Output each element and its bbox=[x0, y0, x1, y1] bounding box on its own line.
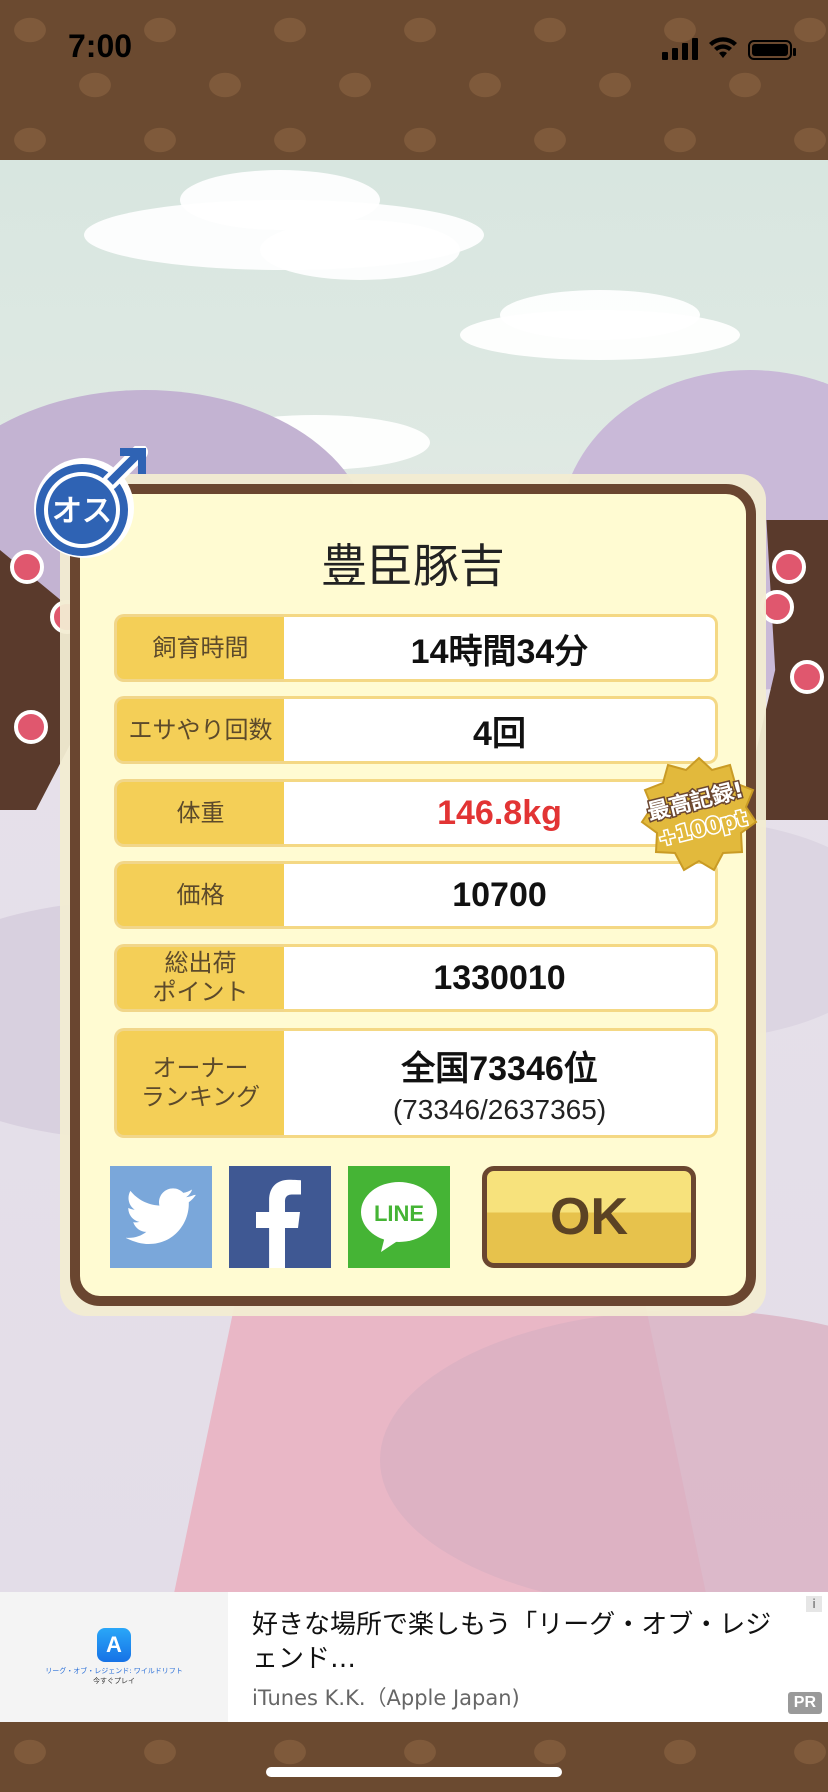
stat-label: エサやり回数 bbox=[114, 696, 284, 764]
stat-value: 14時間34分 bbox=[284, 614, 718, 682]
ad-title[interactable]: 好きな場所で楽しもう「リーグ・オブ・レジェンド… bbox=[252, 1608, 792, 1676]
ad-advertiser: iTunes K.K.（Apple Japan) bbox=[252, 1686, 520, 1710]
ad-info-icon[interactable]: i bbox=[806, 1596, 822, 1612]
stat-label: 総出荷 ポイント bbox=[114, 944, 284, 1012]
twitter-share-button[interactable] bbox=[110, 1166, 212, 1268]
twitter-icon bbox=[126, 1188, 196, 1244]
facebook-share-button[interactable] bbox=[229, 1166, 331, 1268]
status-icons bbox=[662, 36, 796, 60]
home-indicator[interactable] bbox=[266, 1767, 562, 1777]
top-pattern-bar bbox=[0, 0, 828, 160]
cellular-signal-icon bbox=[662, 36, 698, 60]
stat-row-total-points: 総出荷 ポイント 1330010 bbox=[114, 944, 718, 1012]
status-time: 7:00 bbox=[68, 28, 133, 64]
stat-row-price: 価格 10700 bbox=[114, 861, 718, 929]
app-store-icon: A bbox=[97, 1628, 131, 1662]
gender-badge-text: オス bbox=[52, 494, 112, 529]
wifi-icon bbox=[709, 37, 737, 58]
stat-value: 4回 bbox=[284, 696, 718, 764]
ok-button[interactable]: OK bbox=[482, 1166, 696, 1268]
stat-row-ranking: オーナー ランキング 全国73346位 (73346/2637365) bbox=[114, 1028, 718, 1138]
ranking-value: 全国73346位 (73346/2637365) bbox=[284, 1028, 718, 1138]
line-label: LINE bbox=[374, 1201, 424, 1226]
bottom-pattern-bar bbox=[0, 1722, 828, 1792]
ad-app-panel[interactable]: A リーグ・オブ・レジェンド: ワイルドリフト 今すぐプレイ bbox=[0, 1592, 228, 1722]
stat-label: 価格 bbox=[114, 861, 284, 929]
ranking-detail: (73346/2637365) bbox=[392, 1093, 607, 1125]
stat-label: オーナー ランキング bbox=[114, 1028, 284, 1138]
facebook-icon bbox=[256, 1179, 301, 1268]
result-dialog: 豊臣豚吉 飼育時間 14時間34分 エサやり回数 4回 体重 146.8kg 価… bbox=[70, 484, 758, 1306]
record-badge: 最高記録! +100pt bbox=[640, 756, 758, 872]
line-share-button[interactable]: LINE bbox=[348, 1166, 450, 1268]
ad-banner[interactable]: A リーグ・オブ・レジェンド: ワイルドリフト 今すぐプレイ 好きな場所で楽しも… bbox=[0, 1592, 828, 1722]
battery-icon bbox=[748, 40, 796, 60]
pig-name-title: 豊臣豚吉 bbox=[321, 539, 505, 593]
stat-label: 飼育時間 bbox=[114, 614, 284, 682]
stat-label: 体重 bbox=[114, 779, 284, 847]
ranking-main: 全国73346位 bbox=[401, 1049, 598, 1088]
line-icon: LINE bbox=[361, 1182, 437, 1252]
ad-pr-badge: PR bbox=[787, 1692, 822, 1714]
stat-row-feeding-time: 飼育時間 14時間34分 bbox=[114, 614, 718, 682]
stat-value: 1330010 bbox=[284, 944, 718, 1012]
male-gender-badge: オス bbox=[34, 446, 148, 558]
stat-row-feed-count: エサやり回数 4回 bbox=[114, 696, 718, 764]
ad-app-cta[interactable]: 今すぐプレイ bbox=[93, 1676, 135, 1686]
ad-app-caption: リーグ・オブ・レジェンド: ワイルドリフト bbox=[45, 1667, 183, 1675]
stat-row-weight: 体重 146.8kg bbox=[114, 779, 718, 847]
